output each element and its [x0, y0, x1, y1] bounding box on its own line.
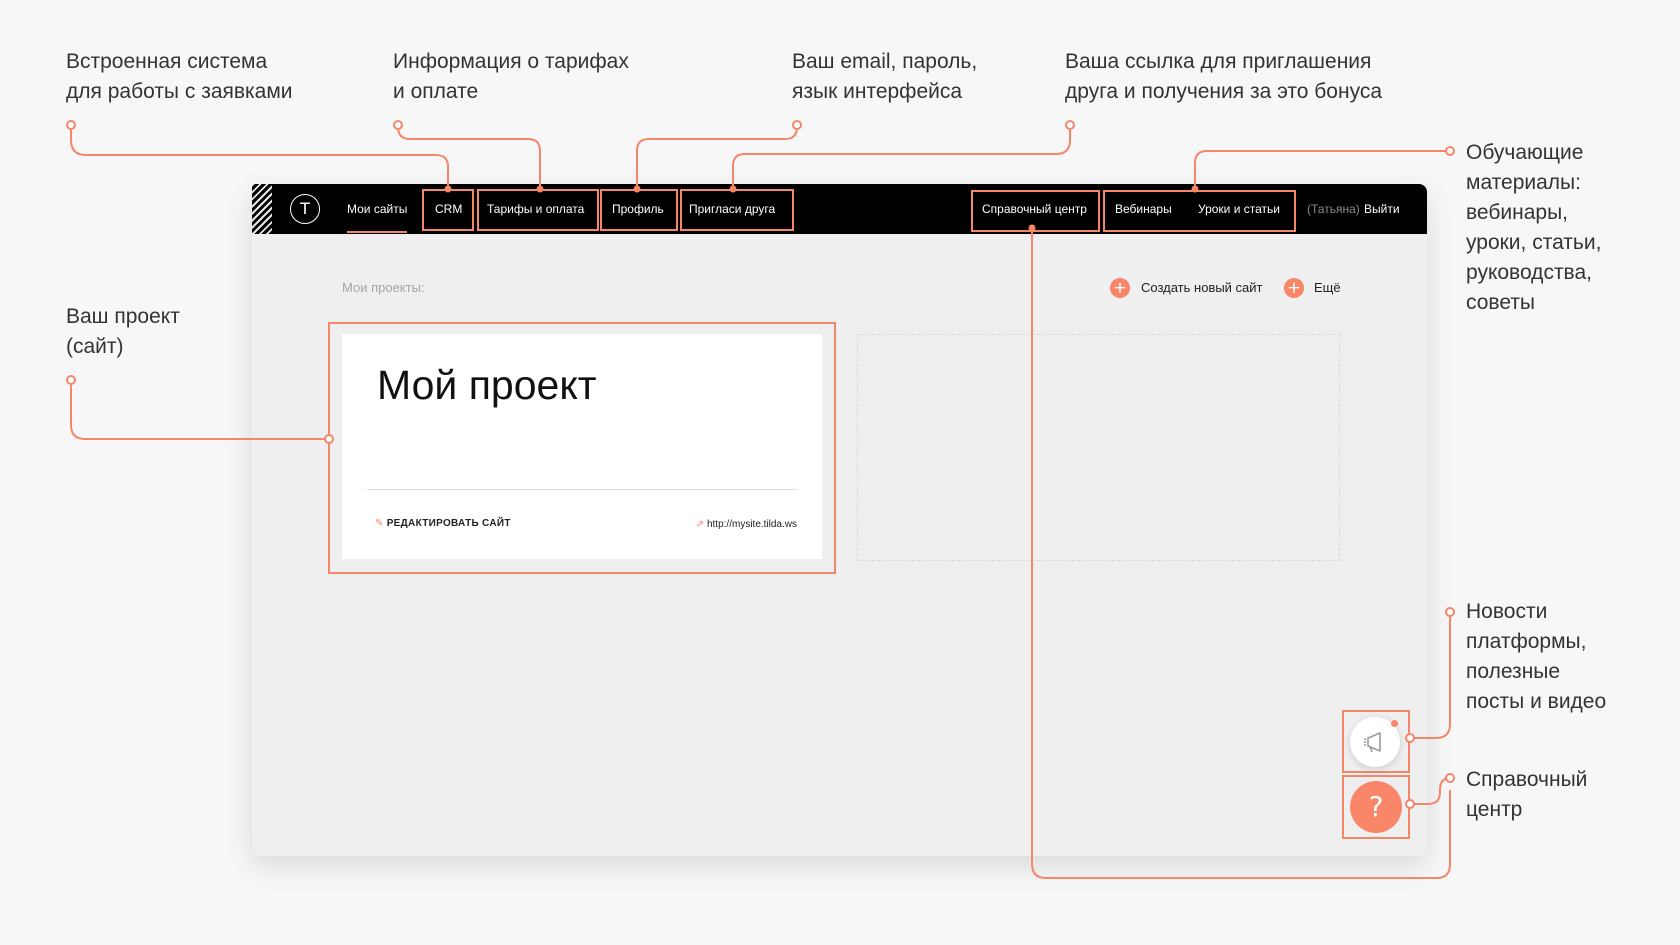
annotation-learning: Обучающие материалы: вебинары, уроки, ст… [1466, 141, 1602, 314]
connector-profile [636, 125, 798, 189]
connector-crm [70, 125, 449, 189]
card-divider [367, 489, 797, 490]
news-widget-button[interactable] [1350, 717, 1400, 767]
annotation-invite: Ваша ссылка для приглашения друга и полу… [1065, 50, 1383, 103]
nav-help-center[interactable]: Справочный центр [982, 184, 1087, 234]
edit-site-label: РЕДАКТИРОВАТЬ САЙТ [386, 518, 511, 529]
nav-crm[interactable]: CRM [435, 184, 462, 234]
top-navigation-bar: T Мои сайты CRM Тарифы и оплата Профиль … [252, 184, 1427, 234]
connector-tariffs [397, 125, 541, 189]
create-site-button[interactable]: Создать новый сайт [1141, 280, 1263, 295]
empty-project-slot [857, 334, 1340, 561]
notification-dot [1391, 720, 1398, 727]
annotation-crm: Встроенная система для работы с заявками [66, 50, 293, 103]
site-url-text: http://mysite.tilda.ws [706, 519, 797, 530]
annotation-news: Новости платформы, полезные посты и виде… [1466, 600, 1607, 713]
external-link-icon: ⇗ [695, 519, 704, 530]
nav-profile[interactable]: Профиль [612, 184, 664, 234]
nav-my-sites[interactable]: Мои сайты [347, 184, 408, 234]
nav-invite-friend[interactable]: Пригласи друга [689, 184, 775, 234]
pencil-icon: ✎ [375, 518, 384, 529]
annotation-help: Справочный центр [1466, 768, 1588, 821]
edit-site-link[interactable]: ✎ РЕДАКТИРОВАТЬ САЙТ [375, 518, 511, 529]
create-site-plus-icon[interactable]: + [1110, 278, 1130, 298]
dashboard-window: T Мои сайты CRM Тарифы и оплата Профиль … [252, 184, 1427, 856]
section-label-my-projects: Мои проекты: [342, 280, 425, 295]
nav-webinars[interactable]: Вебинары [1115, 184, 1172, 234]
connector-invite [732, 125, 1071, 189]
help-widget-button[interactable]: ? [1350, 781, 1402, 833]
nav-lessons[interactable]: Уроки и статьи [1198, 184, 1280, 234]
nav-tariffs[interactable]: Тарифы и оплата [487, 184, 584, 234]
project-title[interactable]: Мой проект [377, 362, 597, 409]
annotation-tariffs: Информация о тарифах и оплате [393, 50, 629, 103]
more-plus-icon[interactable]: + [1284, 278, 1304, 298]
zigzag-pattern [252, 184, 272, 234]
site-url-link[interactable]: ⇗ http://mysite.tilda.ws [696, 519, 797, 530]
nav-logout[interactable]: Выйти [1364, 184, 1400, 234]
project-card[interactable]: Мой проект ✎ РЕДАКТИРОВАТЬ САЙТ ⇗ http://m… [342, 334, 822, 559]
more-button[interactable]: Ещё [1314, 280, 1341, 295]
user-name: (Татьяна) [1307, 202, 1360, 216]
annotation-project: Ваш проект (сайт) [66, 305, 180, 358]
annotation-profile: Ваш email, пароль, язык интерфейса [792, 50, 978, 103]
tilda-logo-icon[interactable]: T [290, 194, 320, 224]
